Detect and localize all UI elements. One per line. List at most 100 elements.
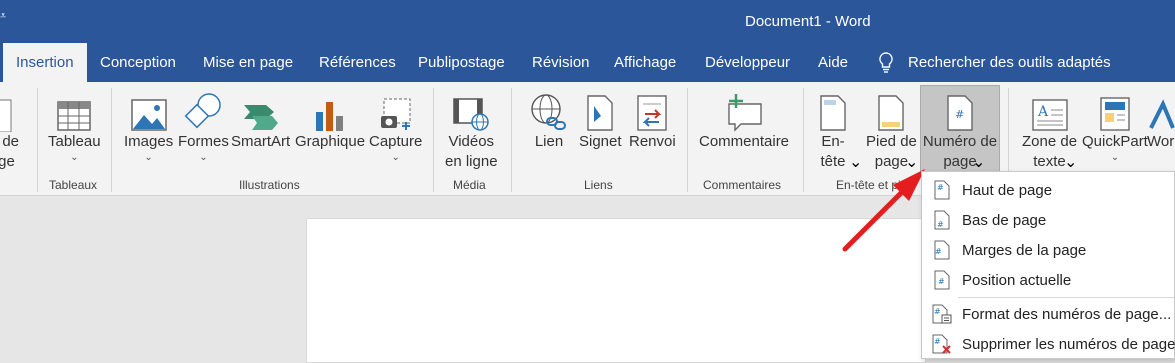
shapes-button[interactable]: Formes ⌄ [178, 86, 229, 164]
page-number-icon: # [945, 86, 975, 132]
menu-item-bas-de-page[interactable]: # Bas de page [922, 205, 1175, 235]
text-box-label-1: Zone de [1022, 133, 1078, 150]
images-label: Images [124, 133, 174, 150]
tab-aide[interactable]: Aide [818, 43, 848, 82]
group-label-tableaux: Tableaux [49, 178, 98, 192]
menu-item-label: Format des numéros de page... [962, 305, 1172, 323]
tab-publipostage[interactable]: Publipostage [418, 43, 505, 82]
tell-me-search[interactable]: Rechercher des outils adaptés [878, 43, 1111, 82]
cross-reference-label: Renvoi [629, 133, 676, 150]
tab-revision[interactable]: Révision [532, 43, 590, 82]
window-title: Document1 - Word [745, 13, 871, 30]
remove-page-number-icon: # [922, 334, 962, 354]
tab-affichage[interactable]: Affichage [614, 43, 676, 82]
wordart-icon [1147, 86, 1175, 132]
separator [687, 88, 688, 192]
shapes-label: Formes [178, 133, 229, 150]
text-box-label-2: texte [1033, 153, 1066, 170]
tab-references[interactable]: Références [319, 43, 396, 82]
tab-insertion[interactable]: Insertion [3, 43, 87, 82]
screenshot-button[interactable]: Capture ⌄ [369, 86, 422, 164]
group-label-liens: Liens [584, 178, 613, 192]
comment-button[interactable]: Commentaire [699, 86, 789, 152]
menu-item-format-numeros[interactable]: # Format des numéros de page... [922, 299, 1175, 329]
comment-label: Commentaire [699, 133, 790, 150]
menu-item-label: Haut de page [962, 181, 1053, 199]
menu-item-label: Supprimer les numéros de page [962, 335, 1175, 353]
document-page[interactable] [306, 218, 926, 363]
page-number-current-icon: # [922, 270, 962, 290]
menu-item-label: Marges de la page [962, 241, 1087, 259]
tab-mise-en-page[interactable]: Mise en page [203, 43, 293, 82]
page-number-button[interactable]: # Numéro de page [920, 85, 1000, 173]
tell-me-label: Rechercher des outils adaptés [908, 54, 1111, 71]
smartart-button[interactable]: SmartArt [231, 86, 290, 152]
page-number-label-1: Numéro de [922, 133, 998, 150]
wordart-label: Wor [1147, 133, 1175, 150]
page-number-top-icon: # [922, 180, 962, 200]
shapes-icon [183, 86, 223, 132]
table-button[interactable]: Tableau ⌄ [48, 86, 101, 164]
page-icon [0, 86, 17, 132]
wordart-button-partial[interactable]: Wor [1147, 86, 1175, 152]
tab-conception[interactable]: Conception [100, 43, 176, 82]
online-video-icon [451, 86, 491, 132]
link-label: Lien [534, 133, 564, 150]
svg-text:#: # [934, 337, 941, 346]
page-number-bottom-icon: # [922, 210, 962, 230]
quickpart-icon [1098, 86, 1132, 132]
footer-label-1: Pied de [866, 133, 917, 150]
cover-page-label-2: ge [0, 153, 15, 170]
menu-item-supprimer-numeros[interactable]: # Supprimer les numéros de page [922, 329, 1175, 359]
page-number-dropdown: # Haut de page # Bas de page # Marges de… [921, 171, 1175, 359]
svg-text:#: # [937, 220, 944, 229]
chevron-down-icon: ⌄ [391, 152, 400, 163]
bar-chart-icon [313, 86, 347, 132]
table-icon [57, 86, 92, 132]
group-label-commentaires: Commentaires [703, 178, 782, 192]
menu-item-position-actuelle[interactable]: # Position actuelle [922, 265, 1175, 295]
menu-item-label: Position actuelle [962, 271, 1072, 289]
quickpart-label: QuickPart [1082, 133, 1148, 150]
smartart-label: SmartArt [231, 133, 291, 150]
header-label-1: En- [821, 133, 845, 150]
screenshot-icon [378, 86, 414, 132]
menu-item-haut-de-page[interactable]: # Haut de page [922, 175, 1175, 205]
svg-text:#: # [935, 247, 942, 256]
table-label: Tableau [48, 133, 101, 150]
menu-item-marges-de-la-page[interactable]: # Marges de la page [922, 235, 1175, 265]
cross-reference-button[interactable]: Renvoi [629, 86, 676, 152]
chart-button[interactable]: Graphique [295, 86, 365, 152]
chevron-down-icon: ⌄ [144, 152, 153, 163]
chevron-down-icon: ⌄ [199, 152, 208, 163]
screenshot-label: Capture [369, 133, 423, 150]
format-page-number-icon: # [922, 304, 962, 324]
separator [111, 88, 112, 192]
title-bar: ⩡ Document1 - Word Insertion Conception … [0, 0, 1175, 82]
images-button[interactable]: Images ⌄ [124, 86, 173, 164]
new-comment-icon [723, 86, 765, 132]
separator [37, 88, 38, 192]
group-label-media: Média [453, 178, 486, 192]
cover-page-button-partial[interactable]: t de ge [0, 86, 19, 172]
tab-developpeur[interactable]: Développeur [705, 43, 790, 82]
chevron-down-icon: ⌄ [70, 152, 79, 163]
link-globe-icon [529, 86, 569, 132]
link-button[interactable]: Lien [529, 86, 569, 152]
header-button[interactable]: En- tête [818, 86, 848, 172]
menu-item-label: Bas de page [962, 211, 1047, 229]
online-video-button[interactable]: Vidéos en ligne [445, 86, 498, 172]
cover-page-label-1: t de [0, 133, 20, 150]
bookmark-label: Signet [579, 133, 622, 150]
header-icon [818, 86, 848, 132]
picture-icon [130, 86, 167, 132]
bookmark-button[interactable]: Signet [579, 86, 622, 152]
svg-text:#: # [938, 277, 945, 286]
svg-text:A: A [1037, 104, 1049, 120]
separator [511, 88, 512, 192]
text-box-icon: A [1031, 86, 1069, 132]
smartart-icon [242, 86, 280, 132]
ribbon-tabs: Insertion Conception Mise en page Référe… [0, 43, 1175, 82]
quick-access-glyph[interactable]: ⩡ [0, 10, 6, 23]
quickpart-button[interactable]: QuickPart ⌄ [1082, 86, 1148, 164]
